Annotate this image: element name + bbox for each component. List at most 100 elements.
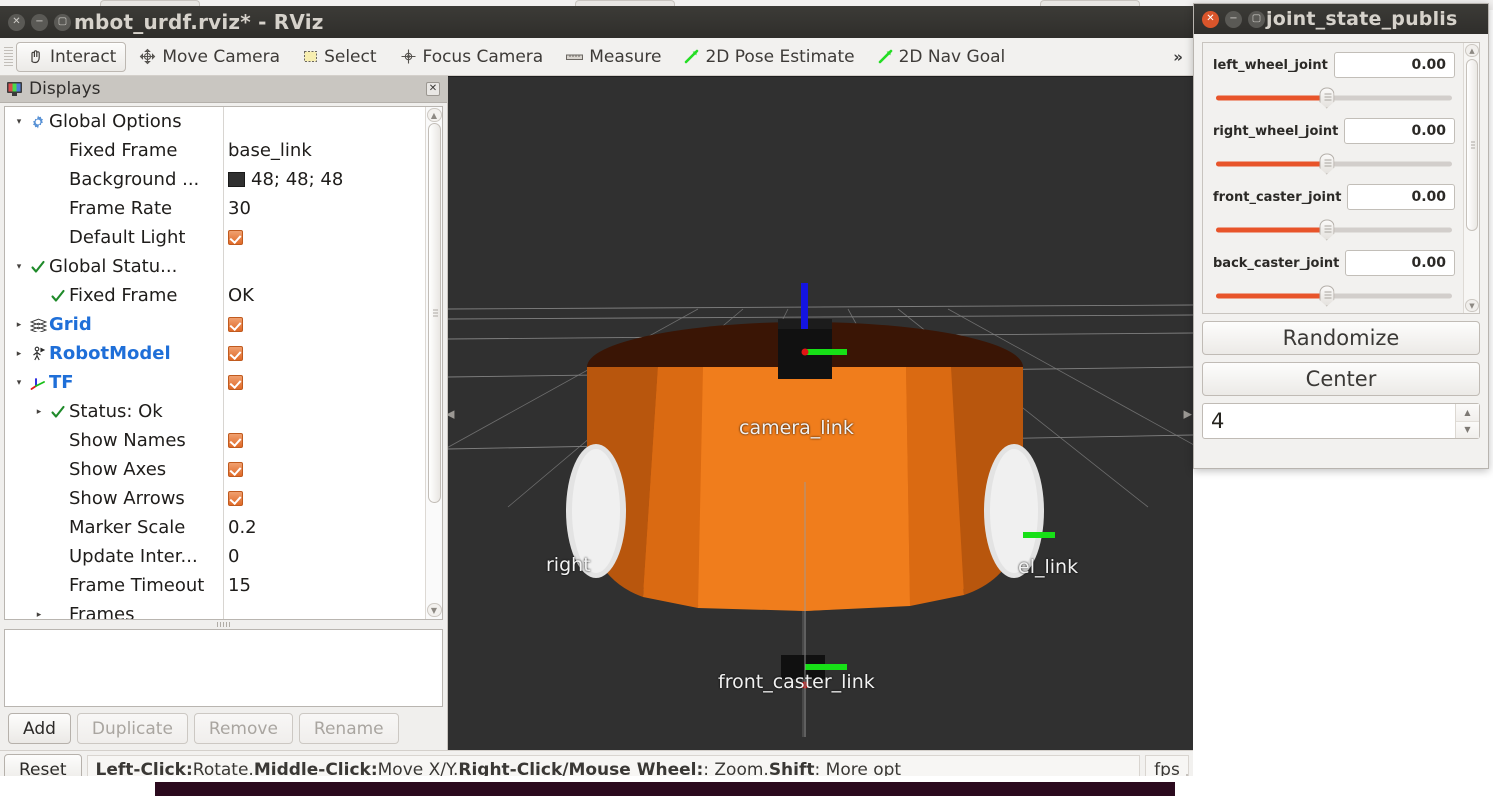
display-tree-row[interactable]: Frame Rate 30 <box>5 194 425 224</box>
display-tree-row[interactable]: Status: Ok <box>5 397 425 427</box>
display-tree-row-value[interactable]: 0 <box>223 542 425 572</box>
display-tree-row-value[interactable]: 30 <box>223 194 425 224</box>
dock-collapse-left-handle[interactable]: ◀ <box>448 407 454 420</box>
remove-display-button[interactable]: Remove <box>193 713 293 744</box>
property-value-text[interactable]: OK <box>228 285 254 306</box>
tool-select-button[interactable]: Select <box>292 42 386 72</box>
display-tree-row[interactable]: Default Light <box>5 223 425 253</box>
scroll-down-icon[interactable]: ▼ <box>1465 299 1479 312</box>
jsp-titlebar[interactable]: ✕ − ▢ joint_state_publis <box>1194 4 1488 34</box>
chevron-down-icon[interactable] <box>11 262 27 272</box>
tool-interact-button[interactable]: Interact <box>16 41 127 72</box>
enable-checkbox[interactable] <box>228 462 243 478</box>
scroll-up-icon[interactable]: ▲ <box>426 108 442 123</box>
enable-checkbox[interactable] <box>228 346 243 362</box>
display-tree-row-value[interactable] <box>223 339 425 369</box>
scrollbar-thumb[interactable] <box>428 123 441 504</box>
minimize-window-icon[interactable]: − <box>31 13 48 31</box>
maximize-window-icon[interactable]: ▢ <box>54 13 71 31</box>
rename-display-button[interactable]: Rename <box>298 713 399 744</box>
slider-thumb[interactable] <box>1319 153 1335 175</box>
spinbox-down-icon[interactable]: ▼ <box>1456 420 1479 438</box>
enable-checkbox[interactable] <box>228 230 243 246</box>
scroll-down-icon[interactable]: ▼ <box>426 603 442 617</box>
chevron-right-icon[interactable] <box>11 349 27 359</box>
close-icon[interactable]: ✕ <box>426 82 440 97</box>
chevron-down-icon[interactable] <box>11 117 27 127</box>
spinbox-arrows[interactable]: ▲ ▼ <box>1455 404 1479 438</box>
display-tree-row[interactable]: Frames <box>5 600 425 619</box>
tool-move-camera-button[interactable]: Move Camera <box>128 42 290 72</box>
display-tree-row[interactable]: Show Axes <box>5 455 425 485</box>
tool-focus-camera-button[interactable]: Focus Camera <box>389 42 554 72</box>
joint-slider[interactable] <box>1213 277 1455 313</box>
enable-checkbox[interactable] <box>228 375 243 391</box>
display-tree-row[interactable]: Fixed Frame OK <box>5 281 425 311</box>
maximize-window-icon[interactable]: ▢ <box>1248 10 1265 28</box>
property-value-text[interactable]: base_link <box>228 140 312 161</box>
display-tree-row-value[interactable]: 0.2 <box>223 513 425 543</box>
property-value-text[interactable]: 15 <box>228 575 251 596</box>
enable-checkbox[interactable] <box>228 433 243 449</box>
display-tree-row[interactable]: Show Arrows <box>5 484 425 514</box>
tool-2d-pose-estimate-button[interactable]: 2D Pose Estimate <box>673 42 864 72</box>
display-tree-row[interactable]: Global Statu... <box>5 252 425 282</box>
display-tree-row-value[interactable]: 48; 48; 48 <box>223 165 425 195</box>
property-value-text[interactable]: 0 <box>228 546 239 567</box>
decimal-places-spinbox[interactable]: 4 ▲ ▼ <box>1202 403 1480 439</box>
joint-value-field[interactable]: 0.00 <box>1344 118 1455 144</box>
toolbar-overflow-button[interactable]: » <box>1173 48 1183 66</box>
joint-value-field[interactable]: 0.00 <box>1345 250 1455 276</box>
display-tree-row-value[interactable] <box>223 455 425 485</box>
display-tree-row[interactable]: Update Inter... 0 <box>5 542 425 572</box>
display-tree-row-value[interactable] <box>223 368 425 398</box>
panel-splitter[interactable] <box>0 620 447 629</box>
tool-2d-nav-goal-button[interactable]: 2D Nav Goal <box>867 42 1016 72</box>
randomize-button[interactable]: Randomize <box>1202 321 1480 355</box>
chevron-right-icon[interactable] <box>31 610 47 619</box>
joint-value-field[interactable]: 0.00 <box>1347 184 1455 210</box>
minimize-window-icon[interactable]: − <box>1225 10 1242 28</box>
render-view-3d[interactable]: camera_link right el_link front_caster_l… <box>448 76 1193 750</box>
displays-tree-scrollbar[interactable]: ▲ ▼ <box>425 107 442 619</box>
display-tree-row[interactable]: Frame Timeout 15 <box>5 571 425 601</box>
display-tree-row[interactable]: TF <box>5 368 425 398</box>
joint-value-field[interactable]: 0.00 <box>1333 52 1455 78</box>
center-button[interactable]: Center <box>1202 362 1480 396</box>
spinbox-up-icon[interactable]: ▲ <box>1456 404 1479 421</box>
joint-slider[interactable] <box>1213 79 1455 117</box>
chevron-down-icon[interactable] <box>11 378 27 388</box>
chevron-right-icon[interactable] <box>11 320 27 330</box>
slider-thumb[interactable] <box>1319 87 1335 109</box>
display-tree-row-value[interactable] <box>223 310 425 340</box>
joint-slider[interactable] <box>1213 211 1455 249</box>
duplicate-display-button[interactable]: Duplicate <box>76 713 188 744</box>
display-tree-row[interactable]: Grid <box>5 310 425 340</box>
display-tree-row[interactable]: Fixed Frame base_link <box>5 136 425 166</box>
rviz-titlebar[interactable]: ✕ − ▢ mbot_urdf.rviz* - RViz <box>0 6 1193 38</box>
display-tree-row-value[interactable]: base_link <box>223 136 425 166</box>
toolbar-drag-handle[interactable] <box>4 46 13 67</box>
rviz-window-controls[interactable]: ✕ − ▢ <box>8 13 71 31</box>
jsp-window-controls[interactable]: ✕ − ▢ <box>1202 10 1265 28</box>
add-display-button[interactable]: Add <box>8 713 71 744</box>
slider-thumb[interactable] <box>1319 285 1335 307</box>
display-tree-row-value[interactable]: OK <box>223 281 425 311</box>
tool-measure-button[interactable]: Measure <box>555 42 671 72</box>
chevron-right-icon[interactable] <box>31 407 47 417</box>
display-tree-row-value[interactable] <box>223 426 425 456</box>
display-tree-row-value[interactable] <box>223 484 425 514</box>
property-value-text[interactable]: 0.2 <box>228 517 257 538</box>
spinbox-value[interactable]: 4 <box>1203 404 1455 438</box>
slider-thumb[interactable] <box>1319 219 1335 241</box>
color-swatch[interactable] <box>228 172 245 188</box>
close-window-icon[interactable]: ✕ <box>1202 10 1219 28</box>
display-tree-row[interactable]: Background ... 48; 48; 48 <box>5 165 425 195</box>
enable-checkbox[interactable] <box>228 491 243 507</box>
display-tree-row[interactable]: RobotModel <box>5 339 425 369</box>
enable-checkbox[interactable] <box>228 317 243 333</box>
displays-tree[interactable]: Global Options Fixed Frame base_link Backgr… <box>5 107 425 619</box>
close-window-icon[interactable]: ✕ <box>8 13 25 31</box>
display-tree-row[interactable]: Show Names <box>5 426 425 456</box>
joint-slider[interactable] <box>1213 145 1455 183</box>
